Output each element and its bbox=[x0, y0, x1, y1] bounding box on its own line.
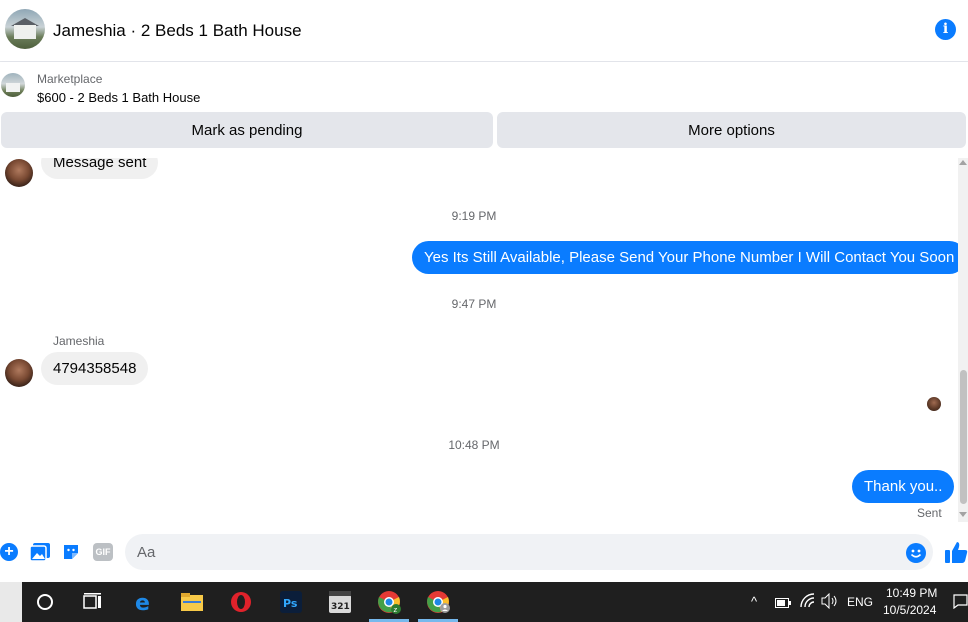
listing-avatar[interactable] bbox=[5, 9, 45, 49]
delivery-status: Sent bbox=[917, 506, 942, 520]
svg-text:e: e bbox=[135, 591, 150, 613]
message-timestamp: 10:48 PM bbox=[448, 438, 500, 452]
chat-title[interactable]: Jameshia · 2 Beds 1 Bath House bbox=[53, 21, 302, 41]
windows-taskbar: e Ps 321 z ^ ENG 10:49 PM 10/5/2024 bbox=[0, 582, 968, 622]
battery-icon[interactable] bbox=[775, 596, 791, 611]
edge-icon[interactable]: e bbox=[132, 590, 156, 614]
svg-text:Ps: Ps bbox=[283, 597, 298, 610]
chrome-icon[interactable] bbox=[426, 590, 450, 614]
message-composer: + GIF bbox=[0, 522, 968, 582]
show-hidden-icons-chevron-icon[interactable]: ^ bbox=[751, 594, 757, 609]
marketplace-banner: Marketplace $600 - 2 Beds 1 Bath House M… bbox=[0, 62, 968, 158]
thumbs-up-icon[interactable] bbox=[945, 540, 968, 564]
photoshop-icon[interactable]: Ps bbox=[279, 590, 303, 614]
thread-scrollbar[interactable] bbox=[958, 158, 968, 522]
sender-avatar[interactable] bbox=[5, 359, 33, 387]
listing-thumbnail[interactable] bbox=[1, 73, 25, 97]
sender-avatar[interactable] bbox=[5, 159, 33, 187]
sticker-icon[interactable] bbox=[62, 543, 80, 561]
media-player-classic-icon[interactable]: 321 bbox=[328, 590, 352, 614]
scroll-down-arrow-icon[interactable] bbox=[959, 512, 967, 517]
svg-text:321: 321 bbox=[331, 602, 350, 612]
input-language[interactable]: ENG bbox=[847, 595, 873, 609]
clock-date[interactable]: 10/5/2024 bbox=[883, 603, 936, 617]
file-explorer-icon[interactable] bbox=[180, 590, 204, 614]
clock-time[interactable]: 10:49 PM bbox=[886, 586, 937, 600]
wifi-icon[interactable] bbox=[800, 593, 816, 612]
seen-indicator-avatar bbox=[927, 397, 941, 411]
message-timestamp: 9:47 PM bbox=[451, 297, 497, 311]
scrollbar-thumb[interactable] bbox=[960, 370, 967, 504]
incoming-message[interactable]: 4794358548 bbox=[41, 352, 149, 385]
photo-icon[interactable] bbox=[29, 543, 50, 562]
task-view-icon[interactable] bbox=[81, 590, 105, 614]
gif-icon[interactable]: GIF bbox=[93, 543, 113, 561]
emoji-icon[interactable] bbox=[906, 543, 926, 563]
svg-text:z: z bbox=[394, 606, 398, 614]
cortana-icon[interactable] bbox=[33, 590, 57, 614]
chrome-profile-icon[interactable]: z bbox=[377, 590, 401, 614]
incoming-message[interactable]: Message sent bbox=[41, 158, 159, 179]
outgoing-message[interactable]: Thank you.. bbox=[852, 470, 955, 503]
chat-header: Jameshia · 2 Beds 1 Bath House i bbox=[0, 0, 968, 62]
scroll-up-arrow-icon[interactable] bbox=[959, 160, 967, 165]
message-input[interactable] bbox=[125, 534, 933, 570]
message-timestamp: 9:19 PM bbox=[451, 209, 497, 223]
info-icon[interactable]: i bbox=[935, 19, 956, 40]
listing-title[interactable]: $600 - 2 Beds 1 Bath House bbox=[37, 90, 200, 105]
mark-as-pending-button[interactable]: Mark as pending bbox=[1, 112, 493, 148]
message-thread[interactable]: Message sent 9:19 PM Yes Its Still Avail… bbox=[0, 158, 968, 522]
marketplace-label: Marketplace bbox=[37, 72, 103, 86]
action-center-icon[interactable] bbox=[953, 594, 968, 612]
outgoing-message[interactable]: Yes Its Still Available, Please Send You… bbox=[412, 241, 967, 274]
volume-icon[interactable] bbox=[821, 592, 839, 612]
start-area[interactable] bbox=[0, 582, 22, 622]
plus-icon[interactable]: + bbox=[0, 543, 18, 561]
more-options-button[interactable]: More options bbox=[497, 112, 966, 148]
opera-icon[interactable] bbox=[229, 590, 253, 614]
sender-name: Jameshia bbox=[53, 334, 105, 348]
